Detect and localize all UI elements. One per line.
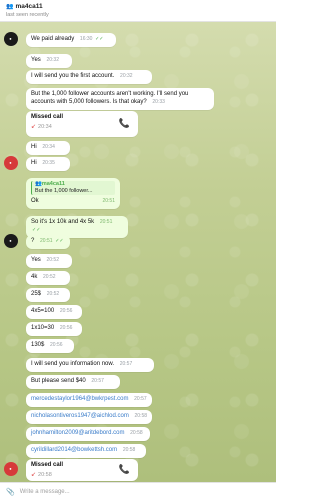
message-bubble[interactable]: ? 20:51 ✓✓ xyxy=(26,235,70,249)
read-checks-icon: ✓✓ xyxy=(55,238,64,244)
message-bubble[interactable]: nicholasontiveros1947@aichlod.com 20:58 xyxy=(26,410,152,424)
phone-icon[interactable]: 📞 xyxy=(119,464,130,476)
email-link[interactable]: nicholasontiveros1947@aichlod.com xyxy=(31,413,129,419)
message-text: Hi xyxy=(31,160,37,166)
message-bubble[interactable]: I will send you the first account. 20:32 xyxy=(26,70,152,84)
chat-header: 👥 ma4ca11 last seen recently xyxy=(0,0,276,22)
message-text: ? xyxy=(31,238,35,244)
message-bubble[interactable]: I will send you information now. 20:57 xyxy=(26,358,154,372)
message-time: 20:57 xyxy=(134,396,147,402)
message-bubble[interactable]: Yes 20:32 xyxy=(26,54,72,68)
message-bubble[interactable]: Yes 20:52 xyxy=(26,254,72,268)
phone-icon[interactable]: 📞 xyxy=(119,118,130,130)
message-time: 20:33 xyxy=(152,98,165,105)
message-time: 20:56 xyxy=(59,308,73,314)
message-time: 20:35 xyxy=(42,160,55,166)
message-text: 4x5=100 xyxy=(31,308,55,314)
message-text: 1x10=30 xyxy=(31,325,55,331)
message-time: 20:34 xyxy=(38,124,52,131)
message-bubble[interactable]: Hi 20:34 xyxy=(26,141,70,155)
message-time: 20:58 xyxy=(130,430,143,436)
email-link[interactable]: cyrildillard2014@bowkettsh.com xyxy=(31,447,117,453)
message-list[interactable]: ● We paid already 16:30 ✓✓ Yes 20:32 I w… xyxy=(0,22,276,482)
message-bubble[interactable]: But please send $40 20:57 xyxy=(26,375,120,389)
message-time: 20:56 xyxy=(59,325,73,331)
contact-avatar[interactable]: ● xyxy=(4,156,18,170)
group-icon: 👥 xyxy=(35,181,42,187)
attach-icon[interactable]: 📎 xyxy=(6,488,15,496)
message-time: 20:58 xyxy=(122,447,136,453)
missed-call-arrow-icon: ↙ xyxy=(31,123,37,130)
message-time: 20:51 xyxy=(99,219,113,225)
message-text: Yes xyxy=(31,257,41,263)
quote-text: But the 1,000 follower... xyxy=(35,188,93,195)
reply-bubble[interactable]: 👥ma4ca11 But the 1,000 follower... Ok 20… xyxy=(26,178,120,210)
message-text: 130$ xyxy=(31,342,45,348)
message-time: 20:56 xyxy=(50,342,63,348)
message-input[interactable]: Write a message... xyxy=(20,489,70,495)
message-text: I will send you information now. xyxy=(31,361,115,367)
message-text: But please send $40 xyxy=(31,378,86,384)
message-time: 16:30 xyxy=(79,36,93,42)
call-title: Missed call xyxy=(31,462,64,468)
email-link[interactable]: johnhamilton2009@aritdebord.com xyxy=(31,430,124,436)
message-bubble[interactable]: cyrildillard2014@bowkettsh.com 20:58 xyxy=(26,444,146,458)
missed-call-bubble[interactable]: Missed call ↙ 20:34 📞 xyxy=(26,111,138,137)
message-time: 20:52 xyxy=(43,274,56,280)
message-text: Yes xyxy=(31,57,41,63)
group-icon: 👥 xyxy=(6,4,14,10)
message-bubble[interactable]: 4k 20:52 xyxy=(26,271,70,285)
message-time: 20:52 xyxy=(46,291,60,297)
message-time: 20:58 xyxy=(38,472,52,479)
message-bubble[interactable]: 4x5=100 20:56 xyxy=(26,305,82,319)
read-checks-icon: ✓✓ xyxy=(32,226,41,233)
message-text: 25$ xyxy=(31,291,42,297)
message-text: 4k xyxy=(31,274,38,280)
status-text: last seen recently xyxy=(6,12,49,18)
message-bubble[interactable]: Hi 20:35 xyxy=(26,157,70,171)
message-time: 20:51 xyxy=(40,238,53,244)
contact-avatar[interactable]: ● xyxy=(4,32,18,46)
message-bubble[interactable]: We paid already 16:30 ✓✓ xyxy=(26,33,116,47)
chat-title-text: ma4ca11 xyxy=(15,3,43,10)
message-bubble[interactable]: 1x10=30 20:56 xyxy=(26,322,82,336)
message-time: 20:34 xyxy=(42,144,55,150)
read-checks-icon: ✓✓ xyxy=(95,36,104,42)
message-time: 20:51 xyxy=(102,198,115,205)
message-time: 20:32 xyxy=(46,57,59,63)
message-text: Hi xyxy=(31,144,37,150)
message-text: So it's 1x 10k and 4x 5k xyxy=(31,219,95,225)
message-bubble[interactable]: johnhamilton2009@aritdebord.com 20:58 xyxy=(26,427,150,441)
message-bubble[interactable]: 130$ 20:56 xyxy=(26,339,74,353)
message-time: 20:32 xyxy=(120,73,133,79)
message-bubble[interactable]: But the 1,000 follower accounts aren't w… xyxy=(26,88,214,110)
quote-author: ma4ca11 xyxy=(41,181,65,187)
message-time: 20:57 xyxy=(91,378,104,384)
message-text: Ok xyxy=(31,198,39,205)
email-link[interactable]: mercedestaylor1964@bwkrpest.com xyxy=(31,396,128,402)
message-time: 20:52 xyxy=(46,257,59,263)
message-time: 20:57 xyxy=(119,361,133,367)
contact-avatar[interactable]: ● xyxy=(4,462,18,476)
message-bubble[interactable]: 25$ 20:52 xyxy=(26,288,70,302)
quoted-message[interactable]: 👥ma4ca11 But the 1,000 follower... xyxy=(31,181,115,196)
missed-call-bubble[interactable]: Missed call ↙ 20:58 📞 xyxy=(26,459,138,481)
contact-avatar[interactable]: ● xyxy=(4,234,18,248)
message-text: I will send you the first account. xyxy=(31,73,115,79)
message-time: 20:58 xyxy=(134,413,148,419)
message-composer[interactable]: 📎 Write a message... xyxy=(0,482,276,500)
missed-call-arrow-icon: ↙ xyxy=(31,471,37,478)
message-text: We paid already xyxy=(31,36,75,42)
message-bubble[interactable]: mercedestaylor1964@bwkrpest.com 20:57 xyxy=(26,393,152,407)
call-title: Missed call xyxy=(31,114,64,120)
chat-title[interactable]: 👥 ma4ca11 xyxy=(6,3,270,10)
